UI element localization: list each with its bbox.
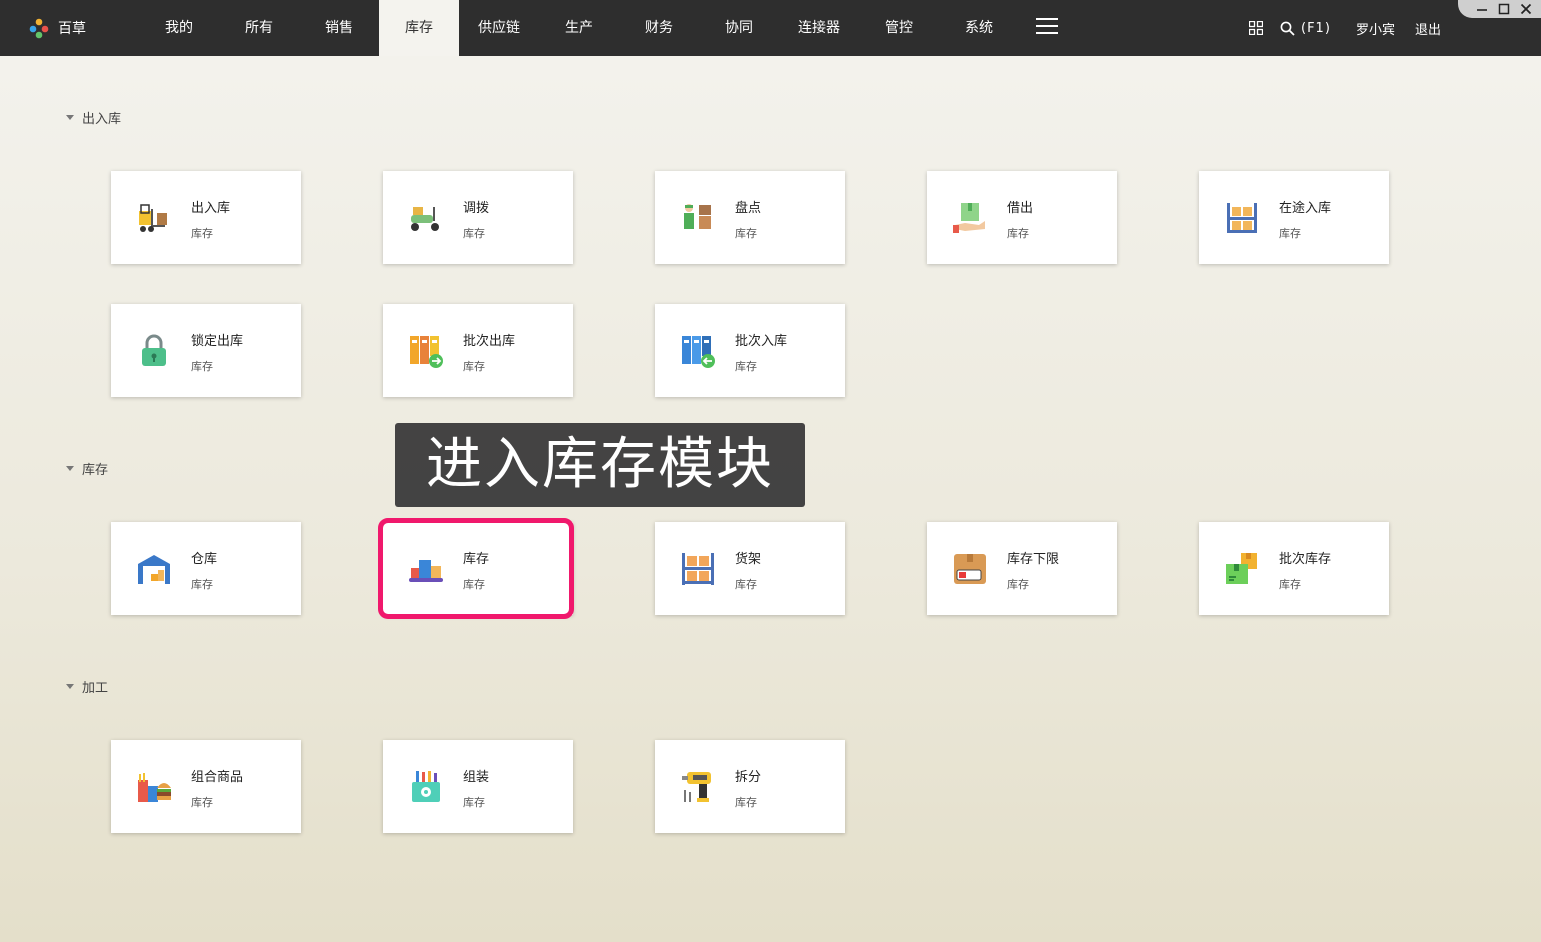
search-shortcut-label: (F1) — [1301, 20, 1331, 36]
tab-system[interactable]: 系统 — [939, 0, 1019, 56]
section-header-inventory[interactable]: 库存 — [66, 458, 108, 478]
tab-connectors[interactable]: 连接器 — [779, 0, 859, 56]
card-lend[interactable]: 借出 库存 — [927, 171, 1117, 264]
card-title: 仓库 — [191, 552, 218, 567]
tab-collaboration[interactable]: 协同 — [699, 0, 779, 56]
close-icon[interactable] — [1518, 1, 1534, 17]
caret-down-icon — [66, 465, 74, 471]
card-title: 出入库 — [191, 201, 231, 216]
top-bar: 百草 我的 所有 销售 库存 供应链 生产 财务 协同 连接器 管控 系统 (F… — [0, 0, 1541, 56]
batch-out-icon — [410, 336, 443, 368]
section-title: 出入库 — [82, 111, 122, 127]
hand-box-icon — [953, 203, 985, 233]
card-subtitle: 库存 — [735, 578, 757, 591]
annotation-tooltip: 进入库存模块 — [395, 423, 805, 507]
card-subtitle: 库存 — [463, 578, 485, 591]
section-title: 加工 — [82, 680, 109, 696]
card-combo-goods[interactable]: 组合商品 库存 — [111, 740, 301, 833]
batch-in-icon — [682, 336, 715, 368]
logout-button[interactable]: 退出 — [1415, 19, 1441, 38]
card-subtitle: 库存 — [1279, 227, 1301, 240]
card-subtitle: 库存 — [735, 227, 757, 240]
tab-all[interactable]: 所有 — [219, 0, 299, 56]
tab-finance[interactable]: 财务 — [619, 0, 699, 56]
card-title: 锁定出库 — [191, 334, 244, 349]
card-subtitle: 库存 — [191, 360, 213, 373]
section-title: 库存 — [82, 462, 109, 478]
stock-boxes-icon — [409, 560, 443, 582]
card-subtitle: 库存 — [1007, 227, 1029, 240]
card-subtitle: 库存 — [191, 578, 213, 591]
card-title: 借出 — [1007, 201, 1034, 216]
card-title: 库存 — [463, 552, 490, 567]
card-batch-in[interactable]: 批次入库 库存 — [655, 304, 845, 397]
username[interactable]: 罗小宾 — [1356, 19, 1395, 38]
tab-sales[interactable]: 销售 — [299, 0, 379, 56]
app-name: 百草 — [58, 21, 86, 37]
minimize-icon[interactable] — [1474, 1, 1490, 17]
section-header-inout[interactable]: 出入库 — [66, 107, 121, 127]
card-assembly[interactable]: 组装 库存 — [383, 740, 573, 833]
search-icon — [1280, 21, 1295, 36]
section-header-processing[interactable]: 加工 — [66, 676, 108, 696]
card-split[interactable]: 拆分 库存 — [655, 740, 845, 833]
tab-production[interactable]: 生产 — [539, 0, 619, 56]
card-rack[interactable]: 货架 库存 — [655, 522, 845, 615]
card-title: 库存下限 — [1007, 552, 1060, 567]
card-stock[interactable]: 库存 库存 — [383, 522, 573, 615]
card-title: 拆分 — [735, 770, 762, 785]
tab-control[interactable]: 管控 — [859, 0, 939, 56]
forklift-icon — [139, 204, 167, 232]
tab-supply-chain[interactable]: 供应链 — [459, 0, 539, 56]
combo-food-icon — [138, 773, 171, 802]
card-title: 调拨 — [463, 201, 490, 216]
window-controls — [1458, 0, 1541, 18]
card-title: 组装 — [463, 770, 490, 785]
card-subtitle: 库存 — [463, 796, 485, 809]
card-subtitle: 库存 — [191, 227, 213, 240]
lock-icon — [142, 334, 166, 366]
card-subtitle: 库存 — [1279, 578, 1301, 591]
card-warehouse[interactable]: 仓库 库存 — [111, 522, 301, 615]
tab-mine[interactable]: 我的 — [139, 0, 219, 56]
hamburger-menu-icon[interactable] — [1036, 18, 1058, 38]
card-title: 在途入库 — [1279, 201, 1332, 216]
drill-icon — [682, 772, 711, 802]
card-stocktake[interactable]: 盘点 库存 — [655, 171, 845, 264]
low-stock-icon — [954, 554, 986, 584]
worker-boxes-icon — [684, 204, 711, 229]
shelf-boxes-icon — [1227, 203, 1257, 233]
card-title: 货架 — [735, 552, 762, 567]
card-subtitle: 库存 — [463, 360, 485, 373]
card-batch-stock[interactable]: 批次库存 库存 — [1199, 522, 1389, 615]
caret-down-icon — [66, 683, 74, 689]
card-transfer[interactable]: 调拨 库存 — [383, 171, 573, 264]
card-batch-out[interactable]: 批次出库 库存 — [383, 304, 573, 397]
card-title: 批次入库 — [735, 334, 788, 349]
search-button[interactable]: (F1) — [1280, 18, 1331, 38]
card-subtitle: 库存 — [735, 360, 757, 373]
card-subtitle: 库存 — [735, 796, 757, 809]
card-inout[interactable]: 出入库 库存 — [111, 171, 301, 264]
card-title: 批次出库 — [463, 334, 516, 349]
assembly-kit-icon — [412, 771, 440, 802]
tab-inventory[interactable]: 库存 — [379, 0, 459, 56]
card-title: 批次库存 — [1279, 552, 1332, 567]
card-locked-out[interactable]: 锁定出库 库存 — [111, 304, 301, 397]
card-stock-min[interactable]: 库存下限 库存 — [927, 522, 1117, 615]
card-subtitle: 库存 — [1007, 578, 1029, 591]
card-subtitle: 库存 — [463, 227, 485, 240]
app-logo-icon[interactable] — [28, 17, 50, 39]
warehouse-icon — [138, 555, 170, 584]
apps-grid-icon[interactable] — [1249, 21, 1263, 35]
card-title: 组合商品 — [191, 770, 244, 785]
maximize-icon[interactable] — [1496, 1, 1512, 17]
card-in-transit[interactable]: 在途入库 库存 — [1199, 171, 1389, 264]
batch-stock-icon — [1226, 553, 1257, 584]
caret-down-icon — [66, 114, 74, 120]
card-title: 盘点 — [735, 201, 762, 216]
card-subtitle: 库存 — [191, 796, 213, 809]
scooter-icon — [411, 207, 439, 231]
rack-icon — [682, 553, 714, 585]
